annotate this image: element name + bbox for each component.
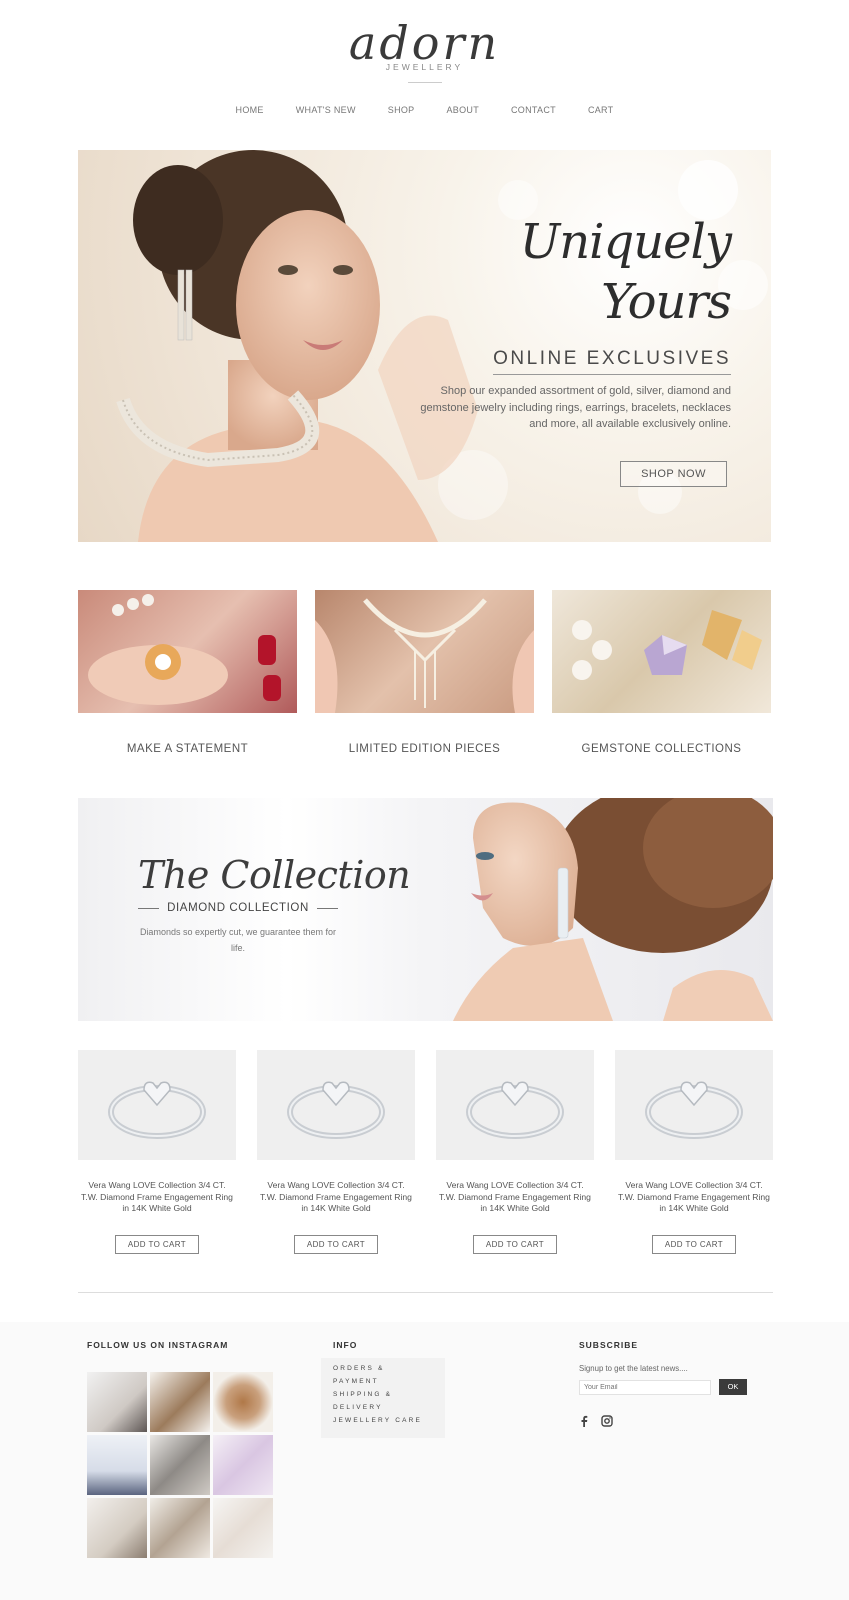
category-image-statement[interactable] — [78, 590, 297, 713]
info-column: INFO ORDERS & PAYMENT SHIPPING & DELIVER… — [321, 1340, 445, 1438]
product-image[interactable] — [436, 1050, 594, 1160]
nav-about[interactable]: ABOUT — [430, 105, 495, 115]
product-image[interactable] — [615, 1050, 773, 1160]
add-to-cart-button[interactable]: ADD TO CART — [293, 1234, 379, 1254]
shop-now-button[interactable]: SHOP NOW — [620, 460, 727, 487]
nav-home[interactable]: HOME — [220, 105, 280, 115]
social-links — [579, 1415, 747, 1430]
product-card[interactable]: Vera Wang LOVE Collection 3/4 CT. T.W. D… — [436, 1050, 594, 1254]
instagram-heading: FOLLOW US ON INSTAGRAM — [87, 1340, 229, 1350]
nav-shop[interactable]: SHOP — [372, 105, 431, 115]
hero-text-block: Uniquely Yours ONLINE EXCLUSIVES Shop ou… — [401, 212, 732, 487]
collection-subtitle: DIAMOND COLLECTION — [167, 902, 309, 914]
category-label[interactable]: LIMITED EDITION PIECES — [315, 743, 534, 755]
instagram-photo[interactable] — [150, 1372, 210, 1432]
nav-cart[interactable]: CART — [572, 105, 630, 115]
info-heading: INFO — [333, 1340, 358, 1350]
main-nav: HOME WHAT'S NEW SHOP ABOUT CONTACT CART — [0, 105, 849, 115]
site-logo[interactable]: adorn JEWELLERY — [0, 18, 849, 83]
site-footer: FOLLOW US ON INSTAGRAM INFO ORDERS & PAY… — [0, 1322, 849, 1600]
product-grid: Vera Wang LOVE Collection 3/4 CT. T.W. D… — [78, 1050, 773, 1254]
collection-model-image — [453, 798, 773, 1021]
product-card[interactable]: Vera Wang LOVE Collection 3/4 CT. T.W. D… — [615, 1050, 773, 1254]
logo-wordmark: adorn — [348, 16, 501, 70]
instagram-photo[interactable] — [213, 1498, 273, 1558]
email-input[interactable] — [579, 1379, 711, 1395]
instagram-photo[interactable] — [87, 1498, 147, 1558]
product-image[interactable] — [257, 1050, 415, 1160]
instagram-photo[interactable] — [87, 1435, 147, 1495]
product-card[interactable]: Vera Wang LOVE Collection 3/4 CT. T.W. D… — [257, 1050, 415, 1254]
rule-right — [316, 907, 338, 909]
subscribe-text: Signup to get the latest news.... — [579, 1364, 688, 1373]
hero-script-title: Uniquely Yours — [519, 214, 732, 330]
info-link-orders[interactable]: ORDERS & PAYMENT — [333, 1362, 433, 1388]
subscribe-form: OK — [579, 1379, 747, 1395]
section-divider — [78, 1292, 773, 1293]
category-image-gemstone[interactable] — [552, 590, 771, 713]
hero-description: Shop our expanded assortment of gold, si… — [420, 385, 731, 430]
instagram-photo[interactable] — [213, 1435, 273, 1495]
hero-banner: Uniquely Yours ONLINE EXCLUSIVES Shop ou… — [78, 150, 771, 542]
product-name[interactable]: Vera Wang LOVE Collection 3/4 CT. T.W. D… — [257, 1180, 415, 1215]
bokeh-light — [678, 160, 738, 220]
product-image[interactable] — [78, 1050, 236, 1160]
category-card[interactable]: LIMITED EDITION PIECES — [315, 590, 534, 755]
instagram-photo[interactable] — [150, 1435, 210, 1495]
add-to-cart-button[interactable]: ADD TO CART — [114, 1234, 200, 1254]
product-name[interactable]: Vera Wang LOVE Collection 3/4 CT. T.W. D… — [436, 1180, 594, 1215]
category-card[interactable]: GEMSTONE COLLECTIONS — [552, 590, 771, 755]
add-to-cart-button[interactable]: ADD TO CART — [472, 1234, 558, 1254]
subscribe-ok-button[interactable]: OK — [719, 1379, 747, 1395]
category-row: MAKE A STATEMENT LIMITED EDITION PIECES — [78, 590, 771, 755]
collection-text-block: The Collection DIAMOND COLLECTION Diamon… — [138, 852, 411, 956]
info-link-care[interactable]: JEWELLERY CARE — [333, 1414, 433, 1427]
collection-banner: The Collection DIAMOND COLLECTION Diamon… — [78, 798, 773, 1021]
facebook-icon[interactable] — [579, 1415, 589, 1430]
subscribe-heading: SUBSCRIBE — [579, 1340, 639, 1350]
instagram-grid — [87, 1372, 273, 1558]
instagram-photo[interactable] — [150, 1498, 210, 1558]
instagram-icon[interactable] — [601, 1415, 613, 1430]
subscribe-column: SUBSCRIBE Signup to get the latest news.… — [579, 1340, 747, 1430]
collection-subtitle-row: DIAMOND COLLECTION — [138, 902, 338, 914]
category-image-limited[interactable] — [315, 590, 534, 713]
product-name[interactable]: Vera Wang LOVE Collection 3/4 CT. T.W. D… — [615, 1180, 773, 1215]
hero-title: ONLINE EXCLUSIVES — [493, 348, 731, 375]
instagram-column: FOLLOW US ON INSTAGRAM — [87, 1340, 273, 1558]
product-name[interactable]: Vera Wang LOVE Collection 3/4 CT. T.W. D… — [78, 1180, 236, 1215]
nav-whats-new[interactable]: WHAT'S NEW — [280, 105, 372, 115]
collection-script-title: The Collection — [138, 853, 411, 897]
info-link-shipping[interactable]: SHIPPING & DELIVERY — [333, 1388, 433, 1414]
logo-divider — [407, 82, 442, 83]
category-label[interactable]: GEMSTONE COLLECTIONS — [552, 743, 771, 755]
logo-subtitle: JEWELLERY — [385, 62, 464, 72]
category-card[interactable]: MAKE A STATEMENT — [78, 590, 297, 755]
info-links: ORDERS & PAYMENT SHIPPING & DELIVERY JEW… — [321, 1358, 445, 1438]
nav-contact[interactable]: CONTACT — [495, 105, 572, 115]
instagram-photo[interactable] — [213, 1372, 273, 1432]
add-to-cart-button[interactable]: ADD TO CART — [651, 1234, 737, 1254]
instagram-photo[interactable] — [87, 1372, 147, 1432]
product-card[interactable]: Vera Wang LOVE Collection 3/4 CT. T.W. D… — [78, 1050, 236, 1254]
collection-description: Diamonds so expertly cut, we guarantee t… — [139, 927, 337, 953]
category-label[interactable]: MAKE A STATEMENT — [78, 743, 297, 755]
rule-left — [138, 907, 160, 909]
